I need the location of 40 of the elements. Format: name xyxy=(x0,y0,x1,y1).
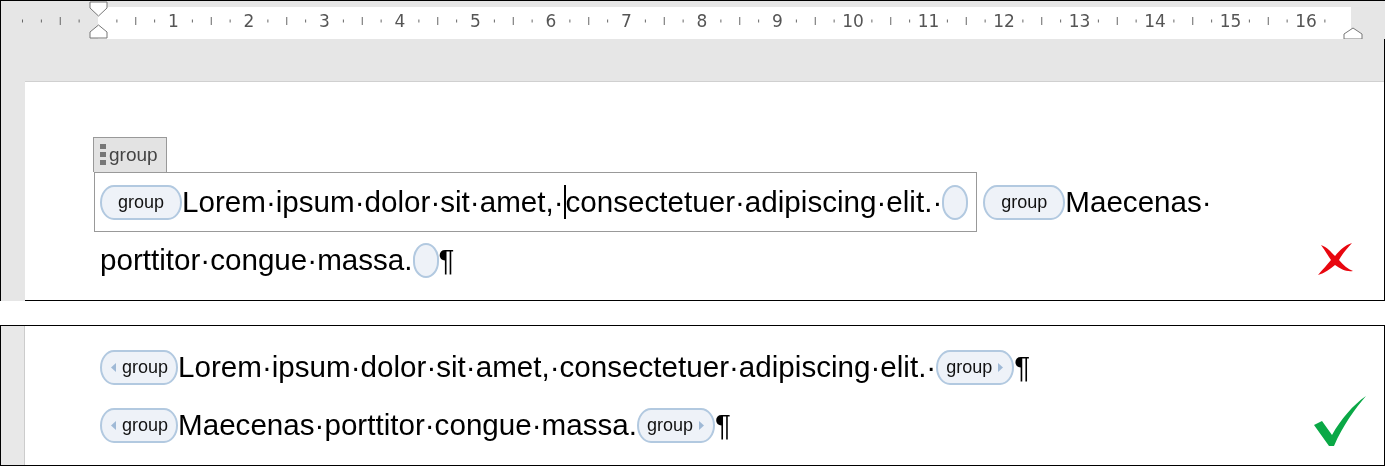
pilcrow-mark: ¶ xyxy=(715,407,731,443)
grip-icon[interactable] xyxy=(100,143,106,167)
ruler-number: 2 xyxy=(243,11,255,31)
ruler-number: 4 xyxy=(394,11,406,31)
end-tag[interactable]: group xyxy=(936,349,1015,385)
start-tag[interactable]: group xyxy=(983,184,1066,220)
ruler-number: 9 xyxy=(772,11,783,31)
pilcrow-mark: ¶ xyxy=(438,242,455,278)
end-tag[interactable] xyxy=(942,184,969,220)
content-control[interactable]: group Lorem·ipsum·dolor·sit·amet,·consectetuer·adipiscing·elit.· xyxy=(94,172,978,232)
start-tag[interactable]: group xyxy=(100,184,183,220)
ruler-number: 7 xyxy=(621,11,632,31)
body-text: Lorem·ipsum·dolor·sit·amet,·consectetuer·adipiscing·elit.· xyxy=(178,349,937,385)
control-title-tab[interactable]: group xyxy=(93,137,167,172)
ruler-number: 5 xyxy=(470,11,481,31)
ruler-number: 10 xyxy=(842,11,864,31)
ruler-number: 14 xyxy=(1144,11,1166,31)
ruler-number: 12 xyxy=(993,11,1015,31)
body-text: Maecenas·porttitor·congue·massa. xyxy=(178,407,637,443)
ruler-number: 1 xyxy=(168,11,179,31)
end-tag[interactable]: group xyxy=(636,407,715,443)
body-text: consectetuer·adipiscing·elit.· xyxy=(565,184,943,220)
text-cursor xyxy=(563,185,566,219)
ruler-number: 8 xyxy=(696,11,708,31)
ruler-number: 16 xyxy=(1295,11,1317,31)
end-tag[interactable] xyxy=(412,242,439,278)
ruler-number: 13 xyxy=(1068,11,1091,31)
body-text: Lorem·ipsum·dolor·sit·amet,· xyxy=(182,184,564,220)
ruler-number: 3 xyxy=(319,11,330,31)
body-text: Maecenas· xyxy=(1065,184,1212,220)
check-mark-icon xyxy=(1313,395,1367,447)
ruler-number: 15 xyxy=(1219,11,1242,31)
ruler-number: 6 xyxy=(545,11,557,31)
start-tag[interactable]: group xyxy=(100,407,179,443)
body-text: porttitor·congue·massa. xyxy=(100,242,413,278)
start-tag[interactable]: group xyxy=(100,349,179,385)
pilcrow-mark: ¶ xyxy=(1014,349,1031,385)
ruler-number: 11 xyxy=(917,11,940,31)
cross-icon xyxy=(1315,241,1355,277)
indent-marker-icon[interactable] xyxy=(89,1,108,39)
